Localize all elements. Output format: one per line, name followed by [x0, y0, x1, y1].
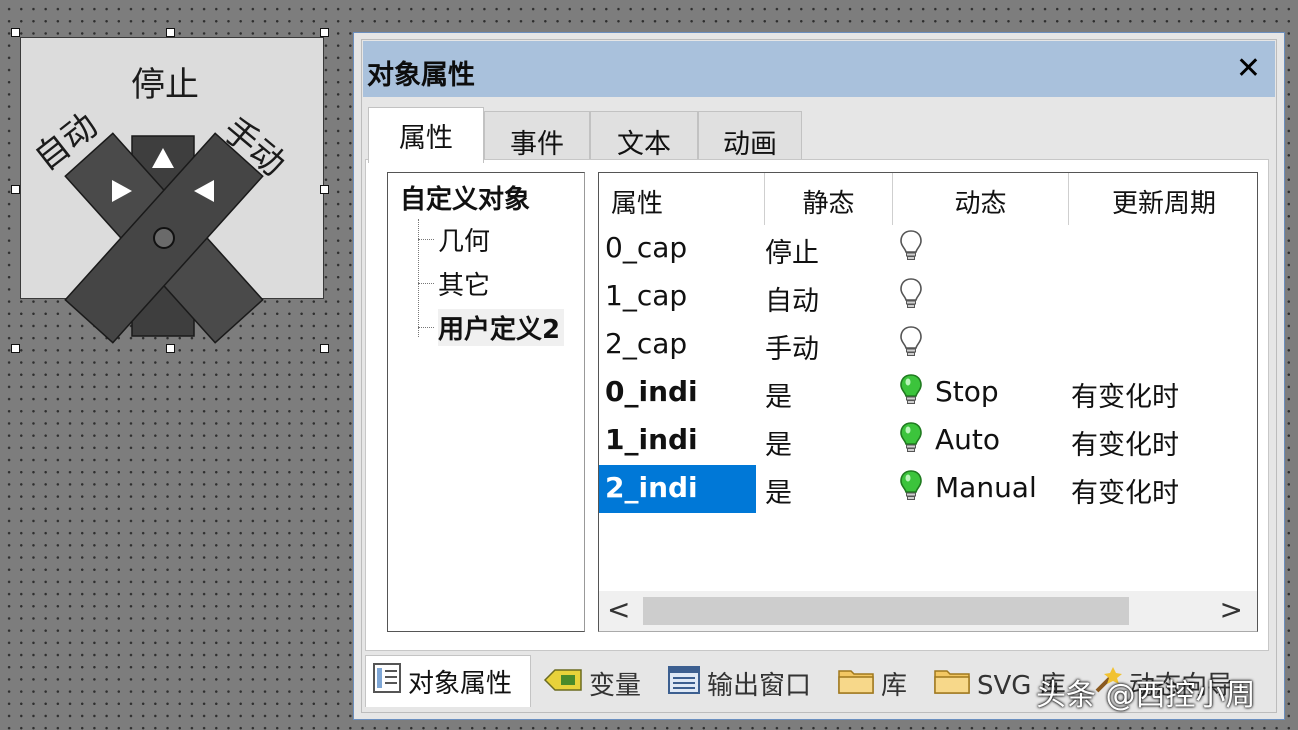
property-grid: 属性 静态 动态 更新周期 0_cap 停止 1_cap 自动 2_cap 手动 0_ind… [598, 172, 1258, 632]
resize-handle-top-left[interactable] [11, 28, 20, 37]
cell-static-value[interactable]: 自动 [765, 273, 819, 321]
column-header-static[interactable]: 静态 [765, 173, 893, 225]
tree-connector [418, 327, 434, 328]
selector-knob-graphic [64, 132, 264, 344]
cell-update-cycle[interactable]: 有变化时 [1071, 369, 1179, 417]
cell-update-cycle[interactable]: 有变化时 [1071, 417, 1179, 465]
table-row[interactable]: 1_indi 是 Auto 有变化时 [599, 417, 1257, 465]
resize-handle-top-right[interactable] [320, 28, 329, 37]
bottom-tab-library[interactable]: 库 [831, 659, 907, 707]
cell-dynamic-value[interactable]: Manual [935, 465, 1037, 513]
property-tree: 自定义对象 几何 其它 用户定义2 [387, 172, 585, 632]
scroll-right-button[interactable]: > [1220, 593, 1243, 626]
cell-static-value[interactable]: 是 [765, 465, 792, 513]
tree-item-user-defined-2[interactable]: 用户定义2 [438, 309, 565, 346]
table-row[interactable]: 0_indi 是 Stop 有变化时 [599, 369, 1257, 417]
tree-root-custom-object[interactable]: 自定义对象 [400, 179, 530, 216]
cell-dynamic-value[interactable]: Auto [935, 417, 1000, 465]
knob-label-stop: 停止 [131, 65, 199, 105]
resize-handle-bottom-right[interactable] [320, 344, 329, 353]
tree-item-other[interactable]: 其它 [438, 265, 490, 302]
tree-connector [418, 239, 434, 240]
table-row[interactable]: 2_cap 手动 [599, 321, 1257, 369]
properties-content-panel: 自定义对象 几何 其它 用户定义2 属性 静态 动态 更新周期 0_cap 停止 1… [365, 159, 1269, 651]
cell-property-name[interactable]: 1_cap [601, 273, 758, 321]
tab-properties[interactable]: 属性 [368, 107, 484, 163]
table-row[interactable]: 2_indi 是 Manual 有变化时 [599, 465, 1257, 513]
lightbulb-on-icon[interactable] [899, 369, 925, 417]
horizontal-scrollbar[interactable]: < > [599, 591, 1257, 631]
bottom-tab-label: 库 [881, 670, 908, 701]
cell-static-value[interactable]: 是 [765, 417, 792, 465]
dialog-title: 对象属性 [367, 60, 475, 91]
resize-handle-left[interactable] [11, 185, 20, 194]
lightbulb-off-icon[interactable] [899, 273, 925, 321]
close-button[interactable]: ✕ [1236, 49, 1261, 89]
tree-connector [418, 283, 434, 284]
dialog-title-bar[interactable]: 对象属性 ✕ [363, 41, 1275, 97]
tab-events[interactable]: 事件 [484, 111, 590, 160]
bottom-tab-object-properties[interactable]: 对象属性 [365, 655, 531, 707]
output-window-icon [667, 665, 701, 702]
bottom-tab-label: 变量 [589, 670, 642, 701]
cell-property-name[interactable]: 2_indi [599, 465, 756, 513]
cell-update-cycle[interactable]: 有变化时 [1071, 465, 1179, 513]
grid-header: 属性 静态 动态 更新周期 [599, 173, 1257, 225]
tree-item-geometry[interactable]: 几何 [438, 221, 490, 258]
cell-static-value[interactable]: 是 [765, 369, 792, 417]
cell-static-value[interactable]: 手动 [765, 321, 819, 369]
lightbulb-off-icon[interactable] [899, 321, 925, 369]
tag-icon [543, 667, 583, 700]
lightbulb-on-icon[interactable] [899, 465, 925, 513]
resize-handle-bottom-left[interactable] [11, 344, 20, 353]
tab-text[interactable]: 文本 [590, 111, 698, 160]
scroll-left-button[interactable]: < [607, 593, 630, 626]
bottom-tab-label: 输出窗口 [707, 670, 812, 701]
lightbulb-off-icon[interactable] [899, 225, 925, 273]
bottom-tab-label: 对象属性 [408, 669, 513, 699]
cell-property-name[interactable]: 0_indi [601, 369, 758, 417]
resize-handle-top[interactable] [166, 28, 175, 37]
resize-handle-bottom[interactable] [166, 344, 175, 353]
lightbulb-on-icon[interactable] [899, 417, 925, 465]
object-properties-dialog: 对象属性 ✕ 属性 事件 文本 动画 自定义对象 几何 其它 用户定义2 属性 … [353, 32, 1285, 720]
scrollbar-thumb[interactable] [643, 597, 1129, 625]
column-header-dynamic[interactable]: 动态 [893, 173, 1069, 225]
resize-handle-right[interactable] [320, 185, 329, 194]
bottom-tab-tags[interactable]: 变量 [537, 659, 641, 707]
folder-icon [837, 665, 875, 702]
canvas-selector-switch-object[interactable]: 停止 自动 手动 [0, 0, 350, 360]
tree-connector [418, 219, 419, 337]
column-header-update-cycle[interactable]: 更新周期 [1069, 173, 1257, 225]
table-row[interactable]: 1_cap 自动 [599, 273, 1257, 321]
cell-property-name[interactable]: 0_cap [601, 225, 758, 273]
folder-icon [933, 665, 971, 702]
column-header-property[interactable]: 属性 [599, 173, 765, 225]
bottom-tab-output-window[interactable]: 输出窗口 [661, 659, 811, 707]
cell-dynamic-value[interactable]: Stop [935, 369, 999, 417]
cell-static-value[interactable]: 停止 [765, 225, 819, 273]
tab-animation[interactable]: 动画 [698, 111, 802, 160]
watermark: 头条 @西控小周 [1036, 678, 1256, 713]
table-row[interactable]: 0_cap 停止 [599, 225, 1257, 273]
cell-property-name[interactable]: 2_cap [601, 321, 758, 369]
cell-property-name[interactable]: 1_indi [601, 417, 758, 465]
properties-icon [372, 662, 402, 701]
